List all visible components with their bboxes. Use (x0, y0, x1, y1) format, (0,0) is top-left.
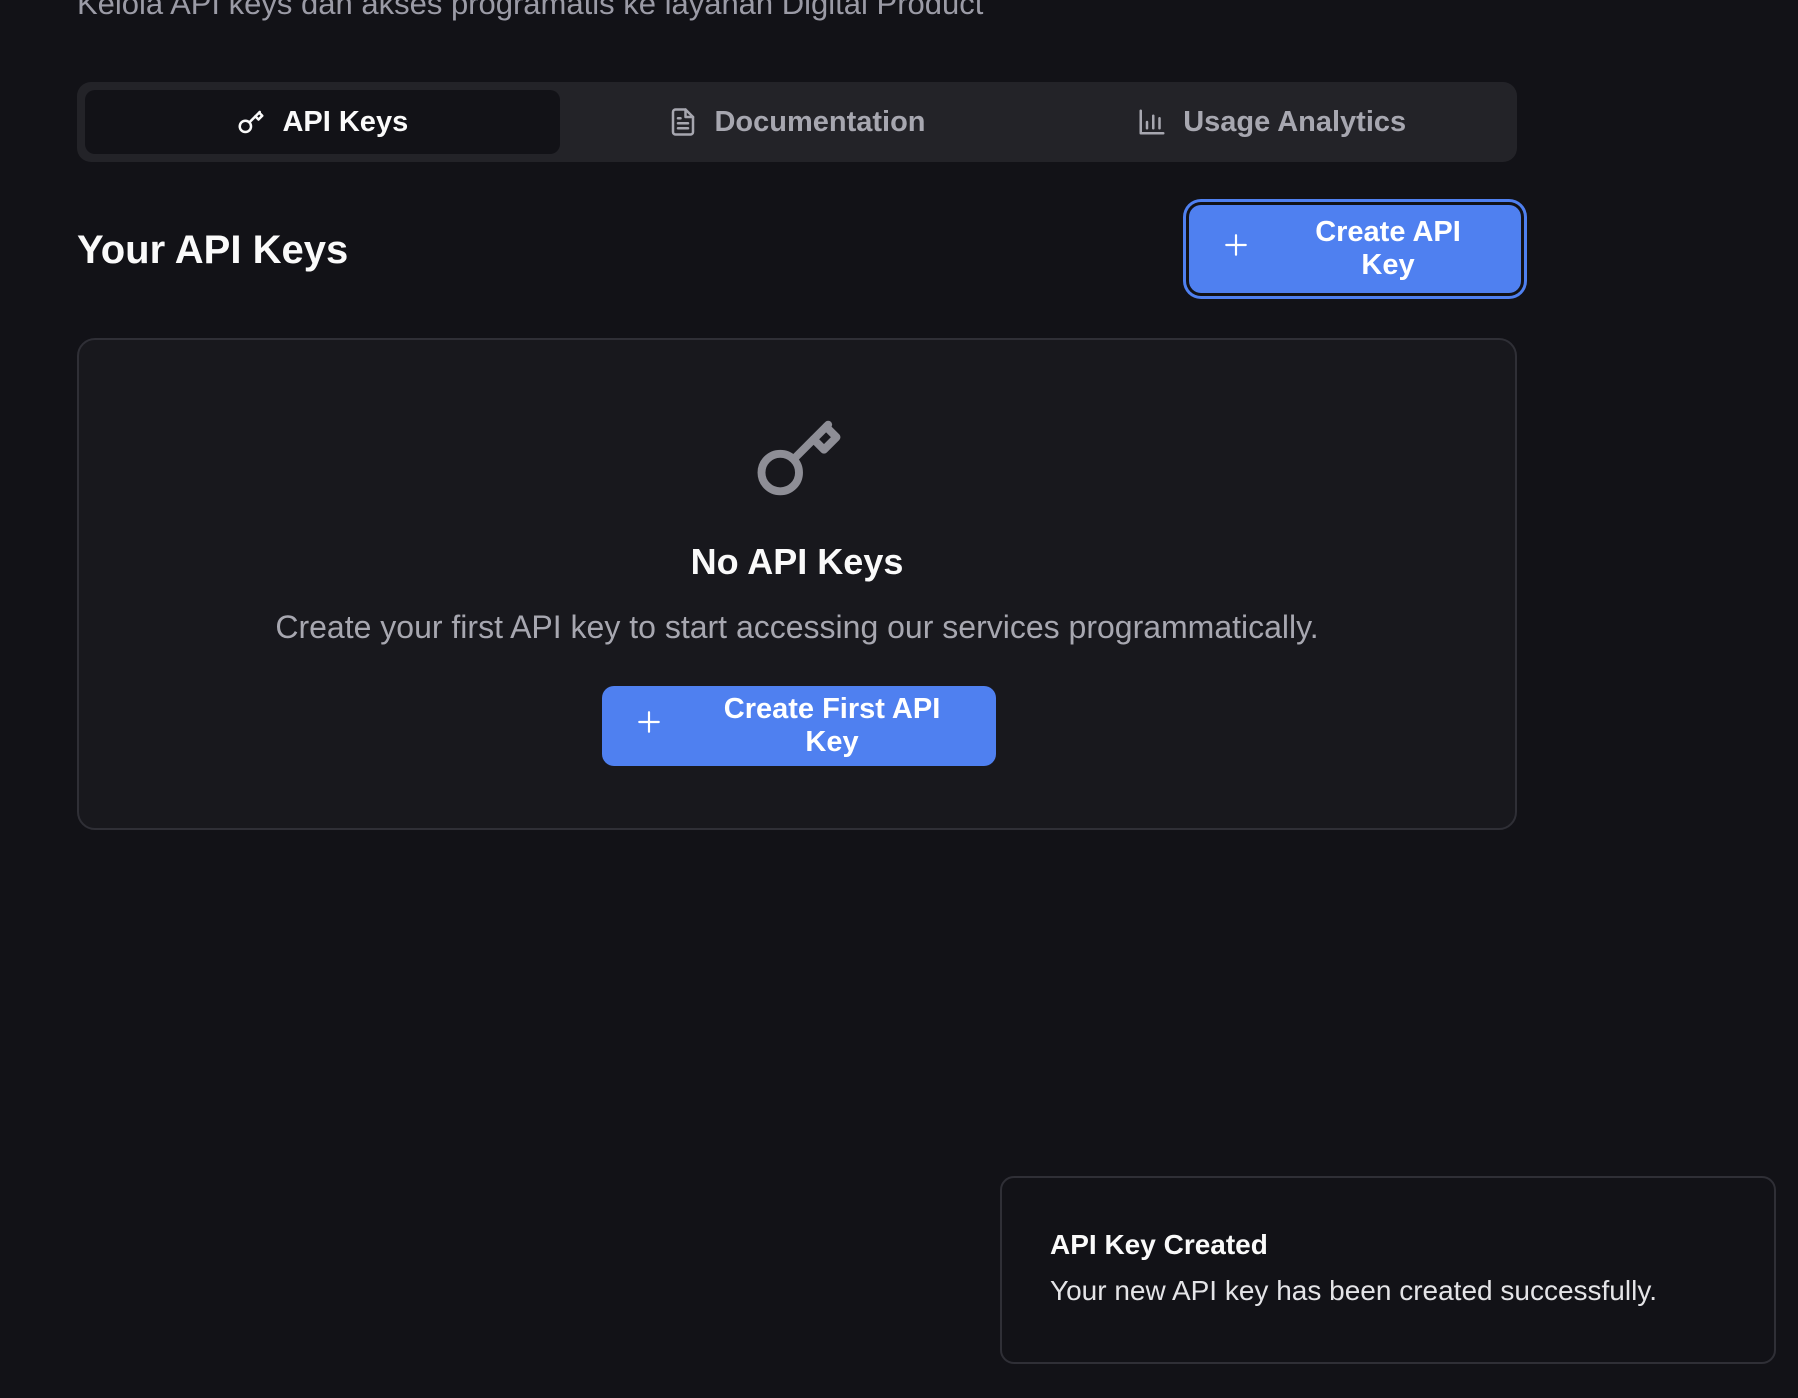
tab-bar: API Keys Documentation Usage Analytics (77, 82, 1517, 162)
empty-state-card: No API Keys Create your first API key to… (77, 338, 1517, 830)
bar-chart-icon (1137, 107, 1167, 137)
tab-label: Usage Analytics (1183, 105, 1407, 138)
tab-usage-analytics[interactable]: Usage Analytics (1034, 90, 1509, 154)
plus-icon (636, 709, 662, 743)
toast-notification[interactable]: API Key Created Your new API key has bee… (1000, 1176, 1776, 1364)
button-label: Create First API Key (723, 693, 941, 758)
key-icon (749, 408, 849, 513)
empty-state-description: Create your first API key to start acces… (275, 609, 1319, 645)
tab-label: Documentation (714, 105, 926, 138)
toast-description: Your new API key has been created succes… (1050, 1275, 1658, 1306)
empty-state-title: No API Keys (690, 541, 904, 582)
document-icon (668, 107, 698, 137)
tab-api-keys[interactable]: API Keys (85, 90, 560, 154)
section-title: Your API Keys (77, 228, 349, 272)
button-label: Create API Key (1315, 216, 1461, 281)
tab-documentation[interactable]: Documentation (560, 90, 1035, 154)
create-api-key-button[interactable]: Create API Key (1189, 205, 1521, 293)
tab-label: API Keys (282, 105, 409, 138)
toast-title: API Key Created (1050, 1229, 1268, 1260)
plus-icon (1223, 232, 1249, 266)
create-first-api-key-button[interactable]: Create First API Key (602, 686, 996, 766)
page-subtitle: Kelola API keys dan akses programatis ke… (77, 0, 984, 21)
key-icon (236, 107, 266, 137)
